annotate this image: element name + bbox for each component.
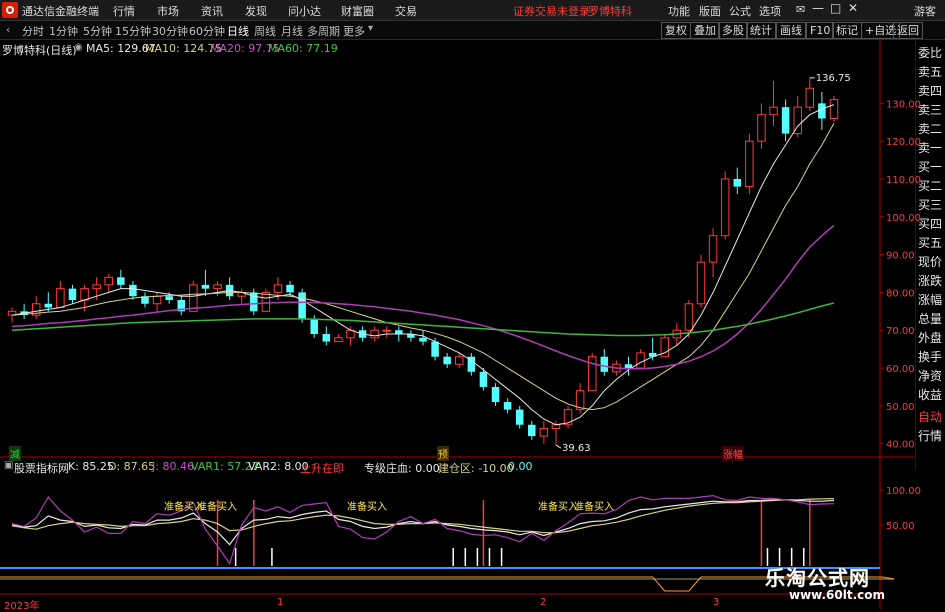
ma-line-ma10 [11, 122, 835, 411]
signal-label: 准备买入 [538, 502, 578, 513]
candle-body-up [745, 140, 754, 188]
candle-body-up [829, 99, 839, 119]
candle-body-up [382, 329, 391, 332]
candle-body-up [684, 303, 694, 331]
candle-body-down [419, 337, 427, 342]
candle-body-down [322, 334, 331, 342]
candle-body-up [334, 337, 343, 343]
y-tick-label: 90.00 [886, 251, 915, 262]
indicator-j: J: 80.46 [152, 460, 194, 473]
candle-body-down [310, 318, 318, 335]
marker-zhangfu: 涨幅 [722, 446, 744, 461]
indicator-line-d [11, 498, 835, 534]
candle-body-up [56, 288, 65, 309]
x-label: 2023年 [4, 601, 40, 612]
candle-body-down [129, 284, 137, 297]
candle-body-up [455, 356, 464, 365]
ind-y-tick-label: 100.00 [886, 486, 921, 497]
marker-jian: 减 [9, 446, 21, 461]
y-tick-label: 80.00 [886, 288, 915, 299]
y-tick-label: 60.00 [886, 364, 915, 375]
candle-body-down [781, 107, 790, 134]
candle-body-up [370, 329, 379, 339]
candle-body-down [443, 356, 451, 365]
candle-body-down [818, 103, 826, 119]
candle-body-down [431, 341, 439, 357]
candle-body-down [286, 284, 294, 293]
watermark-url: www.60lt.com [789, 588, 886, 602]
candle-body-up [636, 352, 645, 369]
indicator-zjzc: 专级庄血: 0.00 [364, 462, 440, 475]
candle-body-down [503, 402, 512, 410]
candle-body-down [395, 330, 403, 335]
watermark: 乐淘公式网 www.60lt.com [765, 562, 925, 606]
watermark-title: 乐淘公式网 [765, 566, 870, 590]
candle-body-up [551, 424, 561, 430]
candle-body-down [733, 178, 742, 187]
candle-body-up [696, 261, 706, 305]
y-tick-label: 130.00 [886, 99, 921, 110]
signal-label: 准备买入 [197, 502, 237, 513]
candle-body-up [80, 288, 89, 301]
candle-body-up [104, 276, 113, 286]
x-label: 2 [540, 597, 547, 608]
candle-body-up [189, 284, 198, 312]
y-tick-label: 100.00 [886, 213, 921, 224]
indicator-d: D: 87.65 [108, 460, 156, 473]
candle-body-down [624, 364, 633, 369]
candle-body-down [68, 288, 77, 300]
y-tick-label: 120.00 [886, 137, 921, 148]
candle-body-down [298, 292, 306, 319]
candle-body-up [539, 428, 549, 437]
candle-body-down [117, 277, 125, 285]
candle-body-down [479, 371, 488, 387]
indicator-tail: 0.00 [508, 460, 533, 473]
candle-body-up [261, 291, 271, 312]
price-annotation: 136.75 [816, 73, 851, 84]
indicator-line-j [11, 494, 835, 565]
candle-body-up [273, 284, 283, 293]
indicator-menu-icon[interactable]: ▣ [4, 460, 13, 471]
signal-label: 准备买入 [574, 502, 614, 513]
chart-canvas: 130.00120.00110.00100.0090.0080.0070.006… [0, 40, 921, 609]
indicator-legend: ▣ 股票指标网 K: 85.25 D: 87.65 J: 80.46 VAR1:… [0, 459, 880, 475]
x-label: 3 [713, 597, 720, 608]
candle-body-down [201, 284, 210, 289]
candle-body-down [165, 296, 173, 300]
candle-body-up [152, 295, 162, 305]
candle-body-up [805, 87, 815, 108]
y-tick-label: 70.00 [886, 326, 915, 337]
candle-body-down [515, 409, 524, 425]
candle-body-up [587, 356, 597, 392]
y-tick-label: 50.00 [886, 402, 915, 413]
y-tick-label: 110.00 [886, 175, 921, 186]
candle-body-up [757, 114, 766, 142]
candle-body-up [720, 178, 730, 237]
marker-yu: 预 [437, 446, 449, 461]
candle-body-up [92, 284, 101, 290]
indicator-name[interactable]: 股票指标网 [14, 460, 69, 476]
y-tick-label: 40.00 [886, 440, 915, 451]
annotation-leader [555, 444, 562, 449]
candle-body-down [44, 303, 53, 308]
candle-body-up [769, 106, 778, 116]
candle-body-down [528, 424, 536, 437]
signal-label: 准备买入 [347, 502, 387, 513]
price-annotation: 39.63 [562, 443, 591, 454]
indicator-jcq: 建仓区: -10.00 [438, 462, 514, 475]
indicator-sxzy: 上升在即 [300, 462, 344, 475]
ma-line-ma5 [11, 104, 835, 426]
candle-body-up [213, 284, 222, 290]
candle-body-down [600, 356, 609, 372]
candle-body-down [491, 386, 500, 403]
x-label: 1 [277, 597, 284, 608]
ind-y-tick-label: 50.00 [886, 521, 915, 532]
candle-body-up [708, 235, 718, 263]
